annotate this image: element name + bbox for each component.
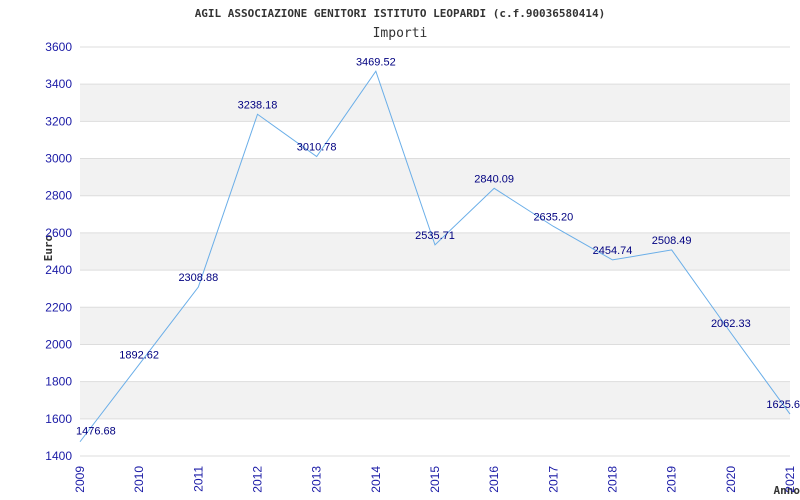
x-tick-label: 2017 (546, 466, 560, 493)
y-tick-label: 3000 (45, 152, 72, 166)
grid-band (80, 84, 790, 122)
data-label: 2635.20 (533, 211, 573, 223)
data-label: 2062.33 (711, 318, 751, 330)
x-tick-label: 2021 (783, 466, 797, 493)
grid-band (80, 158, 790, 196)
data-label: 1892.62 (119, 349, 159, 361)
x-tick-label: 2009 (73, 466, 87, 493)
y-tick-label: 2400 (45, 263, 72, 277)
data-label: 1476.68 (76, 426, 116, 438)
y-tick-label: 2600 (45, 226, 72, 240)
y-tick-label: 1800 (45, 375, 72, 389)
x-tick-label: 2019 (665, 466, 679, 493)
x-tick-label: 2013 (310, 466, 324, 493)
chart-subtitle: Importi (373, 26, 428, 41)
grid-band (80, 381, 790, 419)
y-tick-label: 1400 (45, 449, 72, 463)
x-tick-label: 2018 (606, 466, 620, 493)
y-tick-label: 3400 (45, 77, 72, 91)
data-label: 1625.6 (766, 399, 800, 411)
data-label: 3238.18 (238, 99, 278, 111)
data-label: 2535.71 (415, 230, 455, 242)
x-tick-label: 2011 (191, 466, 205, 492)
y-tick-label: 2800 (45, 189, 72, 203)
x-tick-label: 2010 (132, 466, 146, 493)
data-label: 2840.09 (474, 173, 514, 185)
grid-band (80, 307, 790, 345)
y-tick-label: 3200 (45, 114, 72, 128)
x-tick-label: 2016 (487, 466, 501, 493)
y-tick-label: 2200 (45, 300, 72, 314)
line-chart: AGIL ASSOCIAZIONE GENITORI ISTITUTO LEOP… (42, 7, 800, 497)
x-tick-label: 2015 (428, 466, 442, 493)
chart-title: AGIL ASSOCIAZIONE GENITORI ISTITUTO LEOP… (195, 7, 606, 20)
data-label: 2454.74 (593, 245, 633, 257)
x-tick-label: 2012 (251, 466, 265, 493)
y-tick-label: 1600 (45, 412, 72, 426)
data-label: 2508.49 (652, 235, 692, 247)
data-label: 2308.88 (178, 272, 218, 284)
x-tick-labels: 2009 2010 2011 2012 2013 2014 2015 2016 2017 2018… (73, 466, 797, 493)
x-tick-label: 2014 (369, 466, 383, 493)
data-label: 3469.52 (356, 56, 396, 68)
y-tick-label: 3600 (45, 40, 72, 54)
data-label: 3010.78 (297, 142, 337, 154)
y-tick-label: 2000 (45, 337, 72, 351)
x-tick-label: 2020 (724, 466, 738, 493)
grid-bands (80, 84, 790, 419)
